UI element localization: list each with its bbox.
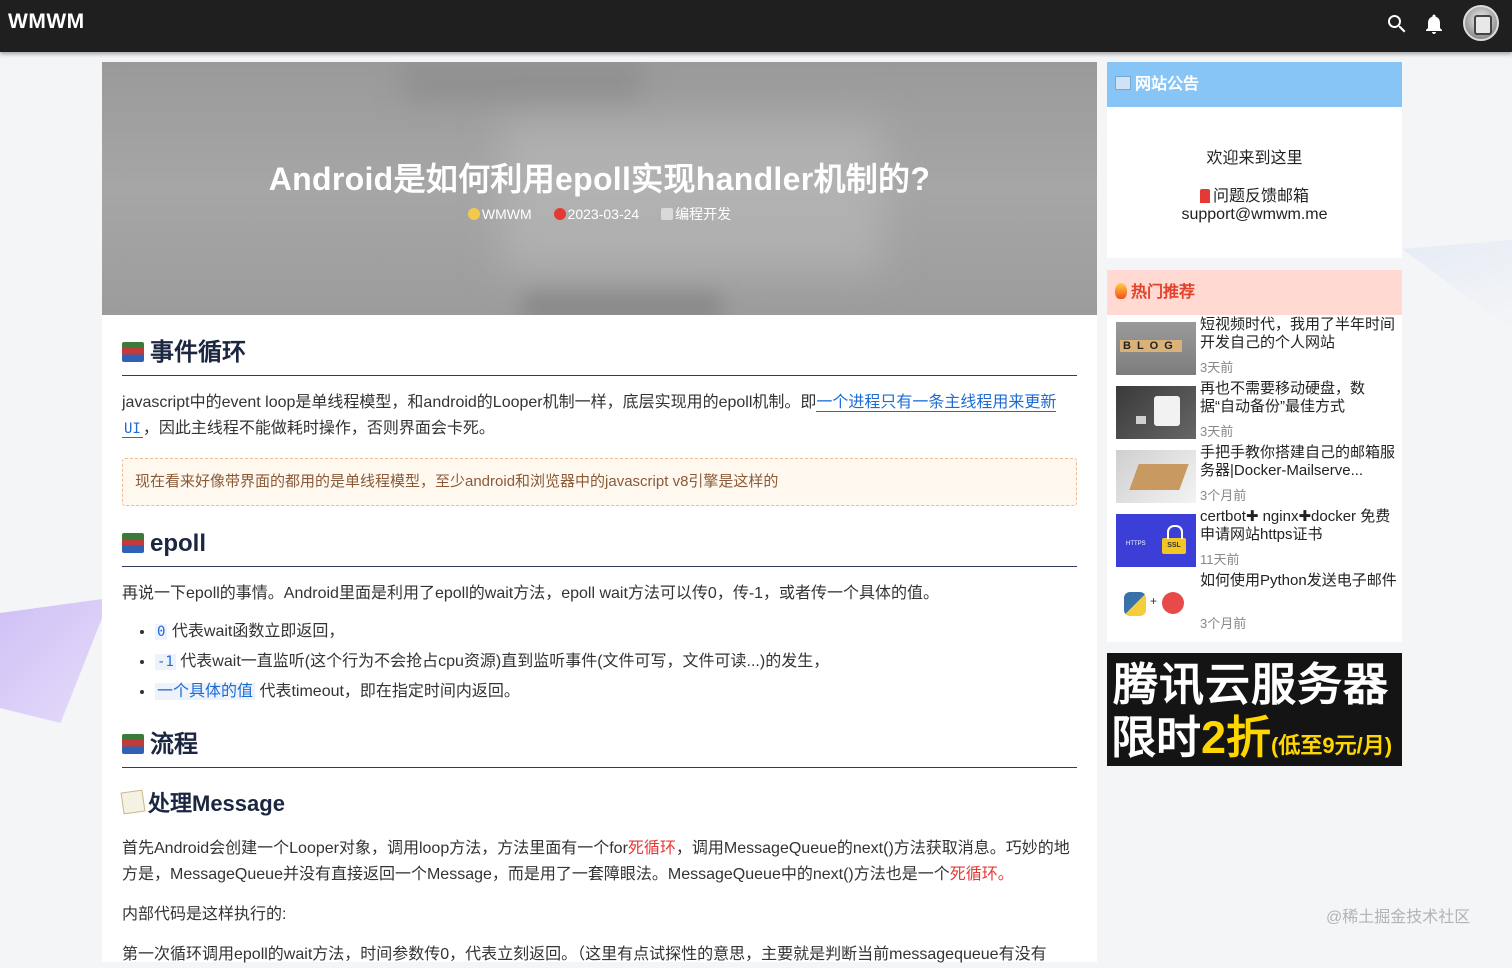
author-icon bbox=[467, 208, 480, 220]
thumbnail-ssl: HTTPS SSL bbox=[1116, 514, 1196, 567]
hot-item-title[interactable]: 如何使用Python发送电子邮件 bbox=[1200, 572, 1398, 590]
hot-item-time: 3个月前 bbox=[1200, 616, 1247, 631]
hot-item[interactable]: 手把手教你搭建自己的邮箱服务器|Docker-Mailserve... 3个月前 bbox=[1107, 443, 1402, 507]
hot-item[interactable]: HTTPS SSL certbot✚ nginx✚docker 免费申请网站ht… bbox=[1107, 507, 1402, 571]
hot-item-time: 3天前 bbox=[1200, 360, 1234, 375]
card-header: 热门推荐 bbox=[1107, 270, 1402, 315]
feedback-email[interactable]: support@wmwm.me bbox=[1107, 206, 1402, 224]
feedback-label: 问题反馈邮箱 bbox=[1107, 182, 1402, 206]
article-container: Android是如何利用epoll实现handler机制的? WMWM 2023… bbox=[102, 62, 1097, 963]
subsection-heading-message: 处理Message bbox=[120, 786, 1077, 822]
background-decoration-right bbox=[1402, 240, 1512, 330]
article-body: 事件循环 javascript中的event loop是单线程模型，和andro… bbox=[102, 335, 1097, 968]
card-header: 网站公告 bbox=[1107, 62, 1402, 107]
thumbnail-blog: BLOG bbox=[1116, 322, 1196, 375]
paragraph: 再说一下epoll的事情。Android里面是利用了epoll的wait方法，e… bbox=[122, 585, 940, 602]
welcome-text: 欢迎来到这里 bbox=[1206, 150, 1303, 167]
category-meta[interactable]: 编程开发 bbox=[661, 206, 731, 222]
background-decoration-left bbox=[0, 598, 110, 723]
paragraph: 内部代码是这样执行的: bbox=[122, 906, 287, 923]
hot-item[interactable]: BLOG 短视频时代，我用了半年时间开发自己的个人网站 3天前 bbox=[1107, 315, 1402, 379]
hot-item-title[interactable]: 手把手教你搭建自己的邮箱服务器|Docker-Mailserve... bbox=[1200, 444, 1398, 480]
hot-recommendations-card: 热门推荐 BLOG 短视频时代，我用了半年时间开发自己的个人网站 3天前 再也不… bbox=[1107, 270, 1402, 642]
books-icon bbox=[122, 533, 144, 553]
paragraph: 第一次循环调用epoll的wait方法，时间参数传0，代表立刻返回。（这里有点试… bbox=[122, 946, 1047, 963]
highlight-link[interactable]: 一个进程只有一条主线程用来更新 bbox=[816, 394, 1057, 412]
site-logo[interactable]: WMWM bbox=[8, 10, 85, 34]
tag-icon bbox=[661, 208, 674, 220]
memo-icon bbox=[120, 789, 146, 815]
hot-item-title[interactable]: 再也不需要移动硬盘，数据“自动备份”最佳方式 bbox=[1200, 380, 1398, 416]
date-meta: 2023-03-24 bbox=[553, 206, 639, 222]
site-notice-card: 网站公告 欢迎来到这里 问题反馈邮箱 support@wmwm.me bbox=[1107, 62, 1402, 258]
books-icon bbox=[122, 342, 144, 362]
section-heading-event-loop: 事件循环 bbox=[122, 335, 1077, 376]
thumbnail-backup-device bbox=[1116, 386, 1196, 439]
article-meta: WMWM 2023-03-24 编程开发 bbox=[102, 204, 1097, 224]
ad-line-1: 腾讯云服务器 bbox=[1113, 659, 1390, 710]
list-item: 一个具体的值 代表timeout，即在指定时间内返回。 bbox=[155, 677, 1077, 707]
search-icon[interactable] bbox=[1385, 12, 1409, 36]
list-item: -1 代表wait一直监听(这个行为不会抢占cpu资源)直到监听事件(文件可写，… bbox=[155, 647, 1077, 677]
list-item: 0 代表wait函数立即返回， bbox=[155, 617, 1077, 647]
watermark: @稀土掘金技术社区 bbox=[1326, 909, 1471, 926]
user-avatar[interactable] bbox=[1463, 5, 1499, 41]
hot-item-title[interactable]: 短视频时代，我用了半年时间开发自己的个人网站 bbox=[1200, 316, 1398, 352]
article-hero-banner: Android是如何利用epoll实现handler机制的? WMWM 2023… bbox=[102, 62, 1097, 315]
ad-line-2: 限时2折(低至9元/月) bbox=[1111, 712, 1393, 763]
thumbnail-mailserver bbox=[1116, 450, 1196, 503]
epoll-param-list: 0 代表wait函数立即返回， -1 代表wait一直监听(这个行为不会抢占cp… bbox=[122, 617, 1077, 707]
notice-box: 现在看来好像带界面的都用的是单线程模型，至少android和浏览器中的javas… bbox=[122, 458, 1077, 506]
books-icon bbox=[122, 734, 144, 754]
fire-icon bbox=[1115, 283, 1127, 299]
author-meta[interactable]: WMWM bbox=[467, 206, 532, 222]
paragraph: javascript中的event loop是单线程模型，和android的Lo… bbox=[122, 394, 1057, 438]
thumbnail-python-mail: + bbox=[1116, 578, 1196, 631]
hot-item-time: 11天前 bbox=[1200, 552, 1240, 567]
mailbox-icon bbox=[1199, 189, 1210, 203]
section-heading-epoll: epoll bbox=[122, 526, 1077, 567]
inline-code: UI bbox=[122, 421, 143, 438]
hot-item-time: 3个月前 bbox=[1200, 488, 1247, 503]
hot-item[interactable]: + 如何使用Python发送电子邮件 3个月前 bbox=[1107, 571, 1402, 635]
megaphone-icon bbox=[1115, 76, 1131, 90]
bell-icon[interactable] bbox=[1422, 12, 1446, 36]
hot-item-time: 3天前 bbox=[1200, 424, 1234, 439]
tencent-cloud-ad-banner[interactable]: 腾讯云服务器 限时2折(低至9元/月) bbox=[1107, 653, 1402, 766]
section-heading-flow: 流程 bbox=[122, 727, 1077, 768]
top-navigation-bar: WMWM bbox=[0, 0, 1512, 52]
article-title: Android是如何利用epoll实现handler机制的? bbox=[268, 161, 931, 197]
hot-item[interactable]: 再也不需要移动硬盘，数据“自动备份”最佳方式 3天前 bbox=[1107, 379, 1402, 443]
hot-item-title[interactable]: certbot✚ nginx✚docker 免费申请网站https证书 bbox=[1200, 508, 1398, 544]
clock-icon bbox=[553, 208, 566, 220]
paragraph: 首先Android会创建一个Looper对象，调用loop方法，方法里面有一个f… bbox=[122, 840, 1070, 883]
